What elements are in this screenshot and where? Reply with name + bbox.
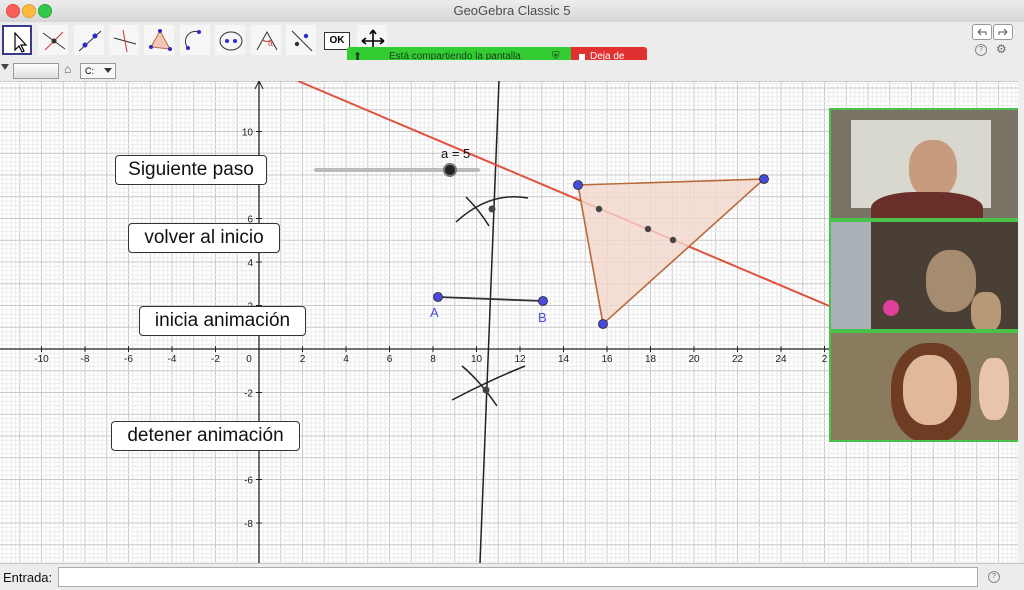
intersection-point-bottom[interactable] <box>482 386 490 394</box>
video-tile-3[interactable] <box>829 331 1018 442</box>
x-tick-label: 2 <box>300 354 306 365</box>
gear-icon[interactable]: ⚙ <box>996 42 1007 56</box>
x-tick-label: 12 <box>514 354 526 365</box>
redo-button[interactable] <box>993 24 1013 40</box>
x-tick-label: 16 <box>601 354 613 365</box>
x-tick-label: 0 <box>246 354 252 365</box>
graphics-style-button[interactable] <box>13 63 59 79</box>
x-tick-label: 14 <box>558 354 570 365</box>
y-tick-label: -2 <box>244 389 253 400</box>
move-tool-button[interactable] <box>2 25 32 55</box>
reflect-tool-button[interactable] <box>286 25 316 55</box>
svg-text:α: α <box>268 39 274 48</box>
stop-animation-button[interactable]: detener animación <box>111 421 300 451</box>
x-tick-label: -8 <box>81 354 90 365</box>
perpendicular-line-icon <box>113 29 137 53</box>
reflect-line-icon <box>291 30 313 52</box>
triangle-vertex-1[interactable] <box>573 180 583 190</box>
point-b-label: B <box>538 310 547 325</box>
x-tick-label: 6 <box>387 354 393 365</box>
point-a-label: A <box>430 305 439 320</box>
intersect-point-icon <box>42 31 66 51</box>
y-tick-label: 10 <box>242 128 254 139</box>
next-step-button[interactable]: Siguiente paso <box>115 155 267 185</box>
redo-icon <box>998 28 1008 36</box>
triangle-vertex-2[interactable] <box>759 174 769 184</box>
undo-button[interactable] <box>972 24 992 40</box>
chevron-down-icon <box>104 68 112 73</box>
polygon-tool-button[interactable] <box>144 25 174 55</box>
slider-knob[interactable] <box>443 163 457 177</box>
line-tool-button[interactable] <box>74 25 104 55</box>
intersection-point-2[interactable] <box>644 225 652 233</box>
intersection-point-3[interactable] <box>669 236 677 244</box>
perpendicular-tool-button[interactable] <box>109 25 139 55</box>
x-tick-label: 4 <box>343 354 349 365</box>
line-icon <box>78 30 102 52</box>
view-toolbar: ⌂ C: <box>0 60 1024 82</box>
pointer-icon <box>14 31 28 53</box>
home-icon[interactable]: ⌂ <box>64 62 71 76</box>
video-tile-1[interactable] <box>829 108 1018 220</box>
help-icon[interactable]: ? <box>975 44 987 56</box>
circle-arc-tool-button[interactable] <box>180 25 210 55</box>
video-tile-2[interactable] <box>829 220 1018 331</box>
x-tick-label: 18 <box>645 354 657 365</box>
intersection-point-top[interactable] <box>488 205 496 213</box>
polygon-icon <box>149 29 172 51</box>
vertical-scrollbar[interactable] <box>1018 81 1024 563</box>
x-tick-label: 10 <box>471 354 483 365</box>
start-animation-button[interactable]: inicia animación <box>139 306 306 336</box>
input-label: Entrada: <box>3 570 53 585</box>
input-help-icon[interactable]: ? <box>988 571 1000 583</box>
x-tick-label: 24 <box>775 354 787 365</box>
input-field[interactable] <box>58 567 978 587</box>
angle-icon: α <box>256 30 278 51</box>
triangle-vertex-3[interactable] <box>598 319 608 329</box>
x-tick-label: -10 <box>34 354 49 365</box>
reset-button[interactable]: volver al inicio <box>128 223 280 253</box>
x-tick-label: 20 <box>688 354 700 365</box>
graphics-view[interactable]: -10-8-6-4-2024681012141618202224210642-2… <box>0 81 1018 563</box>
arc-icon <box>184 30 201 50</box>
triangle[interactable] <box>577 178 767 326</box>
x-tick-label: -2 <box>211 354 220 365</box>
slider-label: a = 5 <box>441 146 470 161</box>
input-bar: Entrada: ? <box>0 563 1024 590</box>
x-tick-label: -4 <box>168 354 177 365</box>
x-tick-label: 2 <box>822 354 828 365</box>
x-tick-label: 22 <box>732 354 744 365</box>
x-tick-label: -6 <box>124 354 133 365</box>
point-tool-button[interactable] <box>38 25 68 55</box>
triangle-menu-icon[interactable] <box>1 64 9 70</box>
intersection-point-1[interactable] <box>595 205 603 213</box>
y-tick-label: -8 <box>244 519 253 530</box>
window-title: GeoGebra Classic 5 <box>453 3 571 18</box>
axes-grid-dropdown[interactable]: C: <box>80 63 116 79</box>
undo-icon <box>977 28 987 36</box>
y-tick-label: 4 <box>247 258 253 269</box>
ellipse-icon <box>219 31 243 51</box>
y-tick-label: -6 <box>244 476 253 487</box>
angle-tool-button[interactable]: α <box>251 25 281 55</box>
point-b[interactable] <box>538 296 548 306</box>
stop-square-icon <box>579 53 585 60</box>
title-bar: GeoGebra Classic 5 <box>0 0 1024 23</box>
point-a[interactable] <box>433 292 443 302</box>
x-tick-label: 8 <box>430 354 436 365</box>
conic-tool-button[interactable] <box>215 25 245 55</box>
